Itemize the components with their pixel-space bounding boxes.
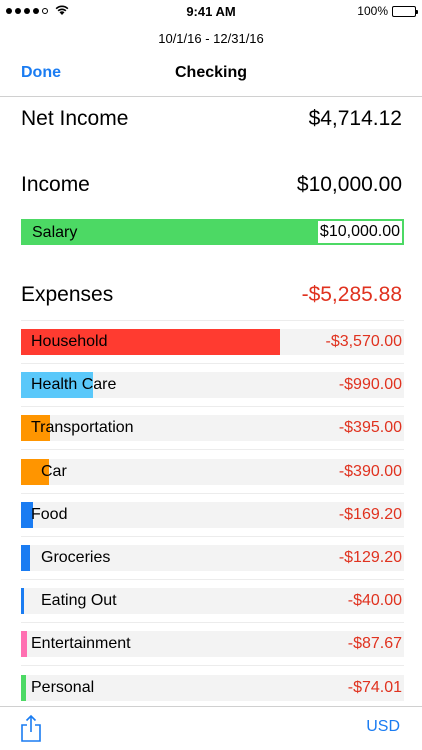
battery-percent: 100% bbox=[357, 4, 388, 18]
expense-item-health-care[interactable]: Health Care -$990.00 bbox=[21, 372, 404, 398]
income-row: Income $10,000.00 bbox=[21, 173, 402, 197]
expense-item-transportation[interactable]: Transportation -$395.00 bbox=[21, 415, 404, 441]
row-divider bbox=[21, 579, 404, 580]
share-icon[interactable] bbox=[20, 714, 42, 742]
expense-item-entertainment[interactable]: Entertainment -$87.67 bbox=[21, 631, 404, 657]
date-range: 10/1/16 - 12/31/16 bbox=[158, 31, 264, 46]
nav-divider bbox=[0, 96, 422, 97]
income-value: $10,000.00 bbox=[296, 173, 402, 196]
page-title: Checking bbox=[174, 64, 247, 81]
expense-item-label: Groceries bbox=[41, 549, 111, 566]
expense-item-personal[interactable]: Personal -$74.01 bbox=[21, 675, 404, 701]
expenses-value: -$5,285.88 bbox=[301, 283, 402, 306]
row-divider bbox=[21, 622, 404, 623]
expense-item-label: Food bbox=[31, 506, 68, 523]
expense-item-value: -$129.20 bbox=[338, 549, 402, 566]
expense-item-label: Personal bbox=[31, 679, 95, 696]
net-income-label: Net Income bbox=[21, 107, 129, 130]
expense-item-label: Health Care bbox=[31, 376, 117, 393]
row-divider bbox=[21, 493, 404, 494]
expense-item-label: Entertainment bbox=[31, 635, 131, 652]
expense-bar bbox=[21, 545, 30, 571]
expense-item-eating-out[interactable]: Eating Out -$40.00 bbox=[21, 588, 404, 614]
expenses-row: Expenses -$5,285.88 bbox=[21, 283, 402, 307]
income-item-label: Salary bbox=[32, 224, 78, 241]
row-divider bbox=[21, 665, 404, 666]
row-divider bbox=[21, 320, 404, 321]
expense-item-household[interactable]: Household -$3,570.00 bbox=[21, 329, 404, 355]
currency-button[interactable]: USD bbox=[366, 718, 400, 736]
expense-item-value: -$395.00 bbox=[338, 419, 402, 436]
expense-item-label: Transportation bbox=[31, 419, 134, 436]
income-label: Income bbox=[21, 173, 90, 196]
battery-icon bbox=[392, 5, 418, 17]
status-bar: 9:41 AM 100% bbox=[0, 0, 422, 22]
row-divider bbox=[21, 363, 404, 364]
net-income-value: $4,714.12 bbox=[308, 107, 402, 130]
expenses-label: Expenses bbox=[21, 283, 114, 306]
row-divider bbox=[21, 449, 404, 450]
income-item-salary[interactable]: Salary $10,000.00 bbox=[21, 219, 404, 245]
expense-item-label: Eating Out bbox=[41, 592, 117, 609]
expense-item-value: -$40.00 bbox=[347, 592, 402, 609]
expense-item-label: Household bbox=[31, 333, 108, 350]
expense-item-food[interactable]: Food -$169.20 bbox=[21, 502, 404, 528]
expense-bar bbox=[21, 588, 24, 614]
net-income-row: Net Income $4,714.12 bbox=[21, 107, 402, 131]
expense-item-label: Car bbox=[41, 463, 67, 480]
expense-item-value: -$3,570.00 bbox=[325, 333, 402, 350]
expense-item-value: -$87.67 bbox=[347, 635, 402, 652]
row-divider bbox=[21, 406, 404, 407]
expense-item-value: -$74.01 bbox=[347, 679, 402, 696]
expense-item-groceries[interactable]: Groceries -$129.20 bbox=[21, 545, 404, 571]
expense-bar bbox=[21, 631, 27, 657]
toolbar-divider bbox=[0, 706, 422, 707]
expense-item-value: -$390.00 bbox=[338, 463, 402, 480]
expense-item-value: -$169.20 bbox=[338, 506, 402, 523]
income-item-value: $10,000.00 bbox=[317, 221, 402, 243]
expense-bar bbox=[21, 675, 26, 701]
expense-item-value: -$990.00 bbox=[338, 376, 402, 393]
done-button[interactable]: Done bbox=[21, 64, 61, 82]
expense-item-car[interactable]: Car -$390.00 bbox=[21, 459, 404, 485]
row-divider bbox=[21, 536, 404, 537]
